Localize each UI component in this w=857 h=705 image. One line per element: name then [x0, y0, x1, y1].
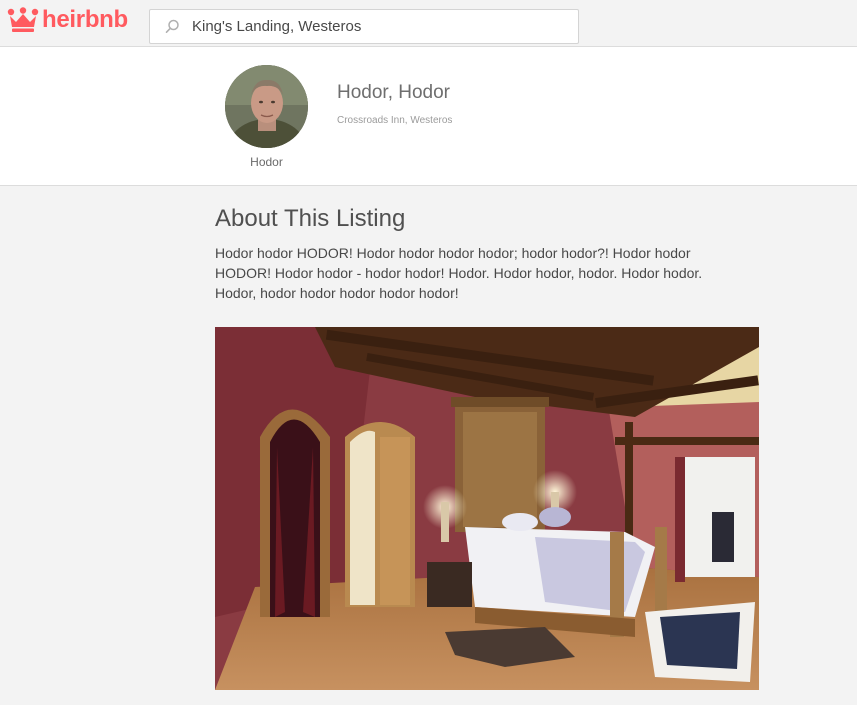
heirbnb-logo[interactable]: heirbnb — [7, 5, 128, 35]
avatar[interactable] — [225, 65, 308, 148]
listing-title: Hodor, Hodor — [337, 82, 451, 103]
listing-location: Crossroads Inn, Westeros — [337, 115, 453, 126]
about-heading: About This Listing — [215, 205, 406, 232]
search-icon — [164, 19, 180, 35]
listing-photo[interactable] — [215, 327, 759, 690]
top-bar: heirbnb — [0, 0, 857, 47]
host-header: Hodor Hodor, Hodor Crossroads Inn, Weste… — [0, 47, 857, 186]
crown-icon — [7, 7, 39, 32]
brand-name: heirbnb — [42, 6, 128, 33]
search-input[interactable] — [192, 18, 562, 35]
about-description: Hodor hodor HODOR! Hodor hodor hodor hod… — [215, 245, 703, 301]
search-box[interactable] — [149, 9, 579, 44]
host-name[interactable]: Hodor — [225, 155, 308, 169]
